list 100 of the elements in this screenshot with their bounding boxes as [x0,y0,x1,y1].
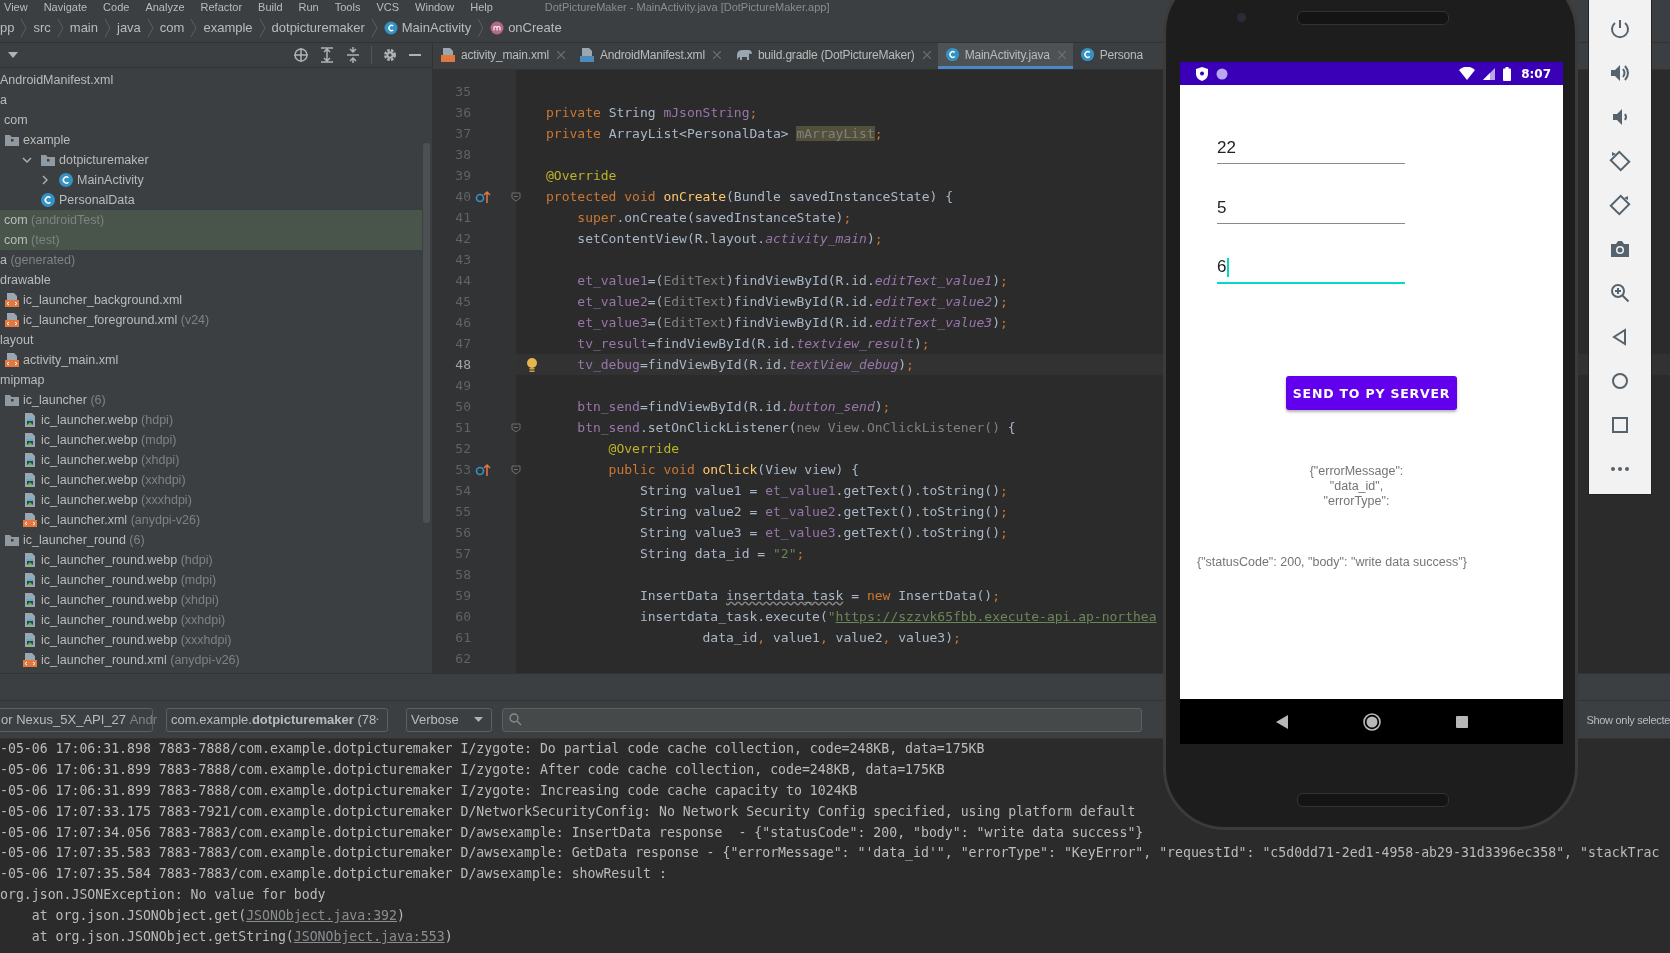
tree-item[interactable]: com [0,110,422,130]
tree-item[interactable]: a [0,90,422,110]
image-file-icon [22,472,38,488]
tree-item[interactable]: ic_launcher.webp (hdpi) [0,410,422,430]
tree-item[interactable]: ic_launcher_round.webp (xxhdpi) [0,610,422,630]
breadcrumb-item[interactable]: com [159,20,185,35]
tree-item[interactable]: layout [0,330,422,350]
fold-marker-icon[interactable] [511,464,521,475]
tree-item[interactable]: ic_launcher_round.xml (anydpi-v26) [0,650,422,670]
xml-file-icon [4,292,20,308]
tree-item[interactable]: ic_launcher_round.webp (xhdpi) [0,590,422,610]
menu-item[interactable]: Navigate [43,0,88,13]
locate-icon[interactable] [293,47,309,63]
home-icon[interactable] [1362,712,1381,731]
overview-icon[interactable] [1455,715,1468,728]
collapse-all-icon[interactable] [345,47,361,63]
menu-item[interactable]: VCS [376,0,400,13]
breadcrumb-item[interactable]: onCreate [490,20,562,35]
tree-item[interactable]: ic_launcher_round.webp (hdpi) [0,550,422,570]
tree-item[interactable]: ic_launcher_round.webp (mdpi) [0,570,422,590]
process-dropdown[interactable]: com.example.dotpicturemaker (78 [166,707,388,732]
tree-item[interactable]: com (androidTest) [0,210,422,230]
link[interactable]: JSONObject.java:392 [246,908,397,924]
code-line: et_value3=(EditText)findViewById(R.id.editText_value3); [576,315,1008,330]
menu-item[interactable]: Build [258,0,283,13]
override-marker-icon[interactable] [475,462,491,477]
breadcrumb-item[interactable]: java [117,20,141,35]
input-field[interactable]: 5 [1217,192,1405,224]
filter-option[interactable]: Show only selecte [1586,713,1670,726]
send-button[interactable]: SEND TO PY SERVER [1286,376,1457,410]
breadcrumb-item[interactable]: pp [0,20,15,35]
power-icon[interactable] [1609,18,1631,40]
line-number: 48 [454,357,471,372]
dropdown-caret-icon[interactable] [8,52,18,58]
editor-tab[interactable]: activity_main.xml [433,43,572,69]
tree-item[interactable]: a (generated) [0,250,422,270]
fold-marker-icon[interactable] [511,191,521,202]
code-line: et_value1=(EditText)findViewById(R.id.editText_value1); [576,273,1008,288]
chevron-icon [477,16,485,39]
tree-item[interactable]: AndroidManifest.xml [0,70,422,90]
camera-icon[interactable] [1609,238,1631,260]
breadcrumb-item[interactable]: main [69,20,98,35]
image-file-icon [22,412,38,428]
menu-item[interactable]: Refactor [200,0,243,13]
tree-item[interactable]: ic_launcher.xml (anydpi-v26) [0,510,422,530]
log-level-dropdown[interactable]: Verbose [406,707,492,732]
menu-item[interactable]: Code [103,0,130,13]
breadcrumb-item[interactable]: MainActivity [383,20,472,35]
link[interactable]: JSONObject.java:553 [293,929,445,944]
rotate-right-icon[interactable] [1609,194,1631,216]
tree-item[interactable]: dotpicturemaker [0,150,422,170]
rotate-left-icon[interactable] [1609,150,1631,172]
log-line: -05-06 17:06:31.899 7883-7888/com.example.dotpicturemaker I/zygote: After code cache collection, code=248KB, data=175KB [0,760,945,779]
editor-tab[interactable]: MainActivity.java [937,43,1073,69]
back-icon[interactable] [1275,714,1288,729]
settings-icon[interactable] [382,47,398,63]
menu-item[interactable]: Run [298,0,319,13]
tree-item[interactable]: drawable [0,270,422,290]
tree-item[interactable]: ic_launcher.webp (xxxhdpi) [0,490,422,510]
menu-item[interactable]: Help [470,0,493,13]
status-time: 8:07 [1521,66,1551,81]
editor-tab[interactable]: AndroidManifest.xml [571,43,728,69]
tree-item[interactable]: ic_launcher.webp (xxhdpi) [0,470,422,490]
editor-tab[interactable]: Persona [1072,43,1150,69]
override-marker-icon[interactable] [475,189,491,204]
battery-icon [1503,66,1512,81]
home-icon[interactable] [1609,370,1631,392]
lightbulb-icon[interactable] [526,356,538,373]
expand-all-icon[interactable] [319,47,335,63]
tree-item[interactable]: mipmap [0,370,422,390]
overview-icon[interactable] [1609,414,1631,436]
zoom-icon[interactable] [1609,282,1631,304]
tree-item[interactable]: ic_launcher_round (6) [0,530,422,550]
fold-marker-icon[interactable] [511,422,521,433]
tree-item[interactable]: ic_launcher_background.xml [0,290,422,310]
breadcrumb-item[interactable]: src [33,20,51,35]
menu-item[interactable]: Analyze [145,0,185,13]
input-field[interactable]: 22 [1217,132,1405,164]
folder-icon [4,133,20,147]
tree-item[interactable]: ic_launcher.webp (xhdpi) [0,450,422,470]
menu-item[interactable]: View [4,0,28,13]
tree-item[interactable]: ic_launcher (6) [0,390,422,410]
tree-item[interactable]: MainActivity [0,170,422,190]
tree-item[interactable]: example [0,130,422,150]
camera-lens [1237,13,1246,22]
tree-item[interactable]: PersonalData [0,190,422,210]
menu-item[interactable]: Window [415,0,455,13]
tree-item[interactable]: com (test) [0,230,422,250]
menu-item[interactable]: Tools [334,0,361,13]
search-field[interactable] [502,707,1142,732]
input-field[interactable]: 6 [1217,252,1405,284]
tree-item[interactable]: ic_launcher_round.webp (xxxhdpi) [0,630,422,650]
wifi-icon [1459,67,1476,80]
tree-item[interactable]: activity_main.xml [0,350,422,370]
editor-tab[interactable]: build.gradle (DotPictureMaker) [727,43,938,69]
tree-item[interactable]: ic_launcher_foreground.xml (v24) [0,310,422,330]
tree-item[interactable]: ic_launcher.webp (mdpi) [0,430,422,450]
link[interactable]: https://szzvk65fbb.execute-api.ap-northea [835,609,1157,624]
breadcrumb-item[interactable]: example [203,20,253,35]
breadcrumb-item[interactable]: dotpicturemaker [271,20,365,35]
